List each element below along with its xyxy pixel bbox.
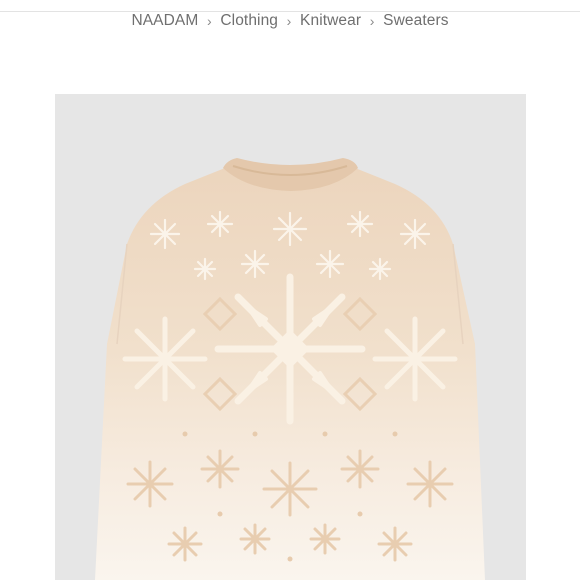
chevron-right-icon: › — [206, 13, 212, 29]
breadcrumb-item-knitwear[interactable]: Knitwear — [300, 12, 361, 30]
chevron-right-icon: › — [369, 13, 375, 29]
product-image[interactable] — [55, 94, 526, 580]
product-page: NAADAM › Clothing › Knitwear › Sweaters — [0, 0, 580, 580]
breadcrumb-item-clothing[interactable]: Clothing — [220, 12, 278, 30]
sweater-illustration — [95, 158, 485, 580]
chevron-right-icon: › — [286, 13, 292, 29]
breadcrumb-item-brand[interactable]: NAADAM — [131, 12, 198, 30]
breadcrumb-item-sweaters[interactable]: Sweaters — [383, 12, 448, 30]
breadcrumb: NAADAM › Clothing › Knitwear › Sweaters — [0, 12, 580, 30]
